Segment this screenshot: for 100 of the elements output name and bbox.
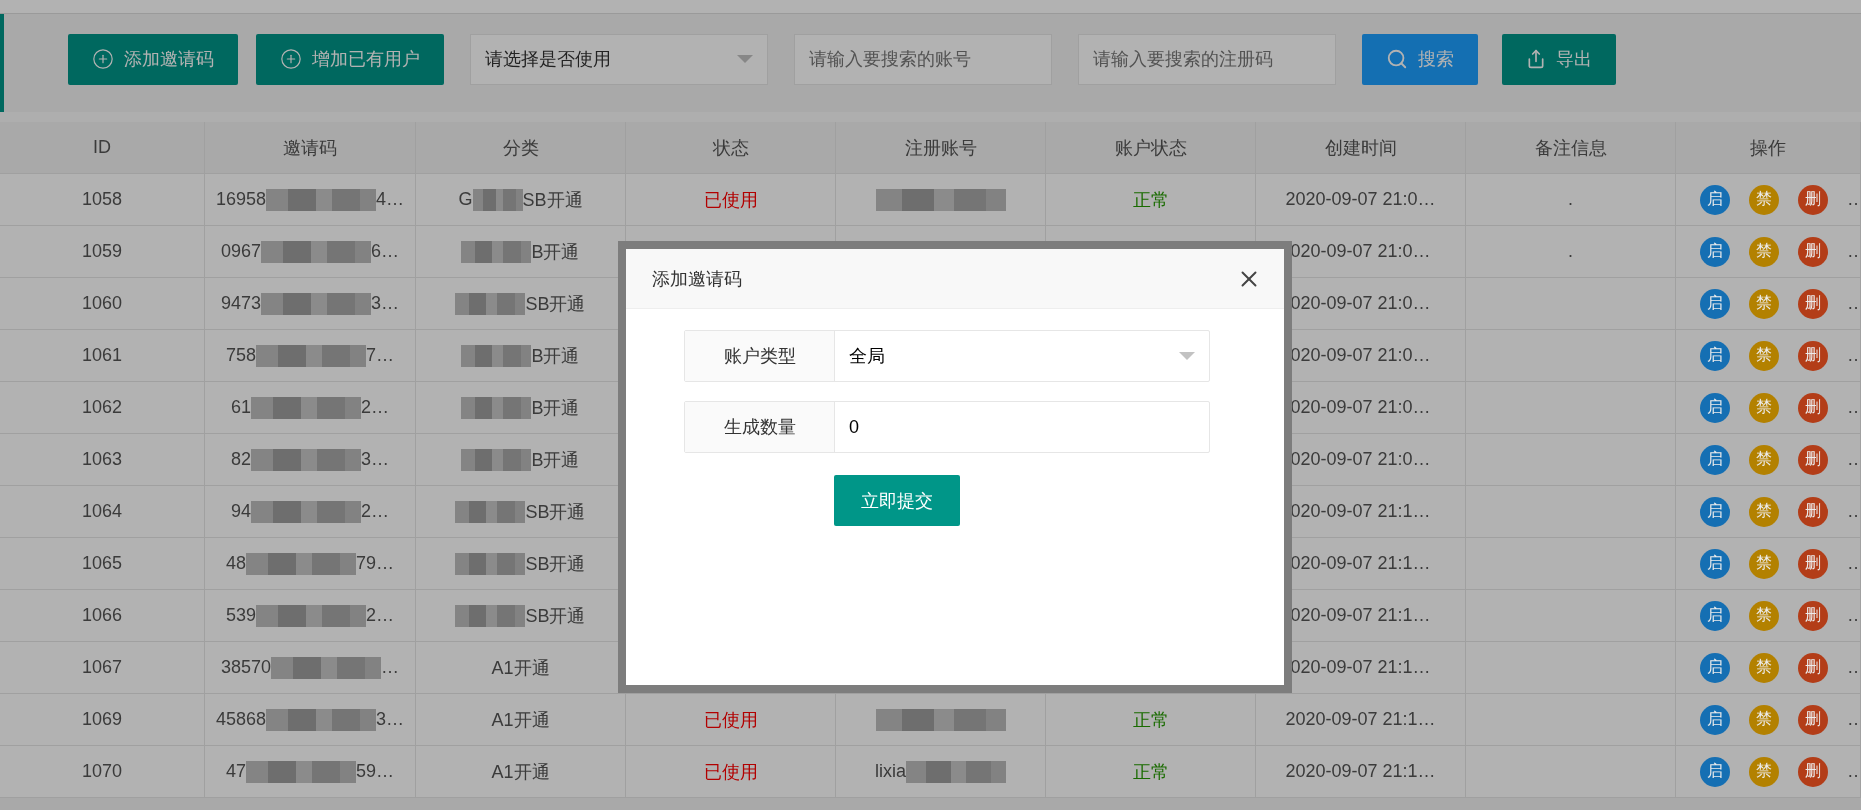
more-text: … bbox=[1847, 553, 1860, 574]
table-cell: 2020-09-07 21:1… bbox=[1256, 694, 1466, 745]
dialog-title: 添加邀请码 bbox=[652, 267, 742, 291]
search-field[interactable]: 请输入要搜索的账号 bbox=[794, 33, 1052, 85]
account-type-select[interactable]: 账户类型 全局 bbox=[684, 330, 1210, 382]
table-cell: 1069 bbox=[0, 694, 205, 745]
code-text: 3… bbox=[371, 293, 400, 314]
action-button[interactable]: 禁 bbox=[1749, 496, 1779, 527]
action-button[interactable]: 启 bbox=[1700, 652, 1730, 683]
action-button[interactable]: 禁 bbox=[1749, 444, 1779, 475]
action-button[interactable]: 删 bbox=[1798, 236, 1828, 267]
code-text: 0967 bbox=[220, 241, 261, 262]
more-text: … bbox=[1847, 605, 1860, 626]
code-text: 758 bbox=[225, 345, 256, 366]
table-cell: . bbox=[1466, 226, 1676, 277]
code-text: 47 bbox=[225, 761, 246, 782]
search-field[interactable]: 请输入要搜索的注册码 bbox=[1078, 33, 1336, 85]
category-text: A1开通 bbox=[491, 708, 550, 732]
action-button[interactable]: 启 bbox=[1700, 496, 1730, 527]
action-button[interactable]: 禁 bbox=[1749, 340, 1779, 371]
code-text: 79… bbox=[356, 553, 395, 574]
more-text: … bbox=[1847, 189, 1860, 210]
table-cell: . bbox=[1466, 174, 1676, 225]
select-value: 请选择是否使用 bbox=[485, 48, 611, 71]
table-cell: 1059 bbox=[0, 226, 205, 277]
search-icon bbox=[1386, 48, 1408, 70]
action-button[interactable]: 禁 bbox=[1749, 756, 1779, 787]
action-button[interactable]: 禁 bbox=[1749, 548, 1779, 579]
field-label: 生成数量 bbox=[685, 402, 835, 452]
action-button[interactable]: 删 bbox=[1798, 288, 1828, 319]
table-cell: 正常 bbox=[1046, 746, 1256, 797]
plus-circle-icon bbox=[280, 48, 302, 70]
more-text: … bbox=[1847, 761, 1860, 782]
action-button[interactable]: 禁 bbox=[1749, 392, 1779, 423]
search-button[interactable]: 搜索 bbox=[1362, 33, 1478, 85]
action-button[interactable]: 启 bbox=[1700, 340, 1730, 371]
table-cell: 2020-09-07 21:0… bbox=[1256, 174, 1466, 225]
table-cell: 正常 bbox=[1046, 694, 1256, 745]
column-header: 状态 bbox=[626, 122, 836, 173]
action-button[interactable]: 禁 bbox=[1749, 184, 1779, 215]
code-text: 45868 bbox=[215, 709, 266, 730]
action-button[interactable]: 启 bbox=[1700, 236, 1730, 267]
action-button[interactable]: 删 bbox=[1798, 652, 1828, 683]
action-button[interactable]: 禁 bbox=[1749, 704, 1779, 735]
table-cell: 1065 bbox=[0, 538, 205, 589]
action-button[interactable]: 删 bbox=[1798, 496, 1828, 527]
code-text: 2… bbox=[366, 605, 395, 626]
column-header: ID bbox=[0, 122, 205, 173]
action-button[interactable]: 启 bbox=[1700, 392, 1730, 423]
more-text: … bbox=[1847, 293, 1860, 314]
column-header: 账户状态 bbox=[1046, 122, 1256, 173]
more-text: … bbox=[1847, 501, 1860, 522]
table-cell: 1058 bbox=[0, 174, 205, 225]
action-button[interactable]: 禁 bbox=[1749, 652, 1779, 683]
more-text: … bbox=[1847, 397, 1860, 418]
action-button[interactable]: 删 bbox=[1798, 756, 1828, 787]
action-button[interactable]: 禁 bbox=[1749, 600, 1779, 631]
more-text: … bbox=[1847, 709, 1860, 730]
code-text: 38570 bbox=[220, 657, 272, 678]
add-button[interactable]: 添加邀请码 bbox=[68, 33, 238, 85]
column-header: 邀请码 bbox=[205, 122, 416, 173]
caret-icon bbox=[1179, 352, 1195, 360]
filter-select[interactable]: 请选择是否使用 bbox=[470, 33, 768, 85]
table-cell: 1060 bbox=[0, 278, 205, 329]
code-text: 3… bbox=[376, 709, 405, 730]
action-button[interactable]: 启 bbox=[1700, 704, 1730, 735]
action-button[interactable]: 删 bbox=[1798, 340, 1828, 371]
code-text: 48 bbox=[225, 553, 246, 574]
category-text: SB开通 bbox=[525, 292, 586, 316]
export-button[interactable]: 导出 bbox=[1502, 33, 1616, 85]
category-text: SB开通 bbox=[525, 604, 586, 628]
submit-button[interactable]: 立即提交 bbox=[834, 475, 960, 526]
table-cell: 1061 bbox=[0, 330, 205, 381]
action-button[interactable]: 启 bbox=[1700, 600, 1730, 631]
quantity-field[interactable]: 生成数量 0 bbox=[684, 401, 1210, 453]
code-text: 7… bbox=[366, 345, 395, 366]
action-button[interactable]: 启 bbox=[1700, 288, 1730, 319]
action-button[interactable]: 删 bbox=[1798, 548, 1828, 579]
table-cell: 2020-09-07 21:1… bbox=[1256, 746, 1466, 797]
action-button[interactable]: 启 bbox=[1700, 184, 1730, 215]
action-button[interactable]: 启 bbox=[1700, 444, 1730, 475]
action-button[interactable]: 禁 bbox=[1749, 236, 1779, 267]
action-button[interactable]: 删 bbox=[1798, 184, 1828, 215]
table-cell: 已使用 bbox=[626, 746, 836, 797]
action-button[interactable]: 删 bbox=[1798, 444, 1828, 475]
code-text: 539 bbox=[225, 605, 256, 626]
category-text: G bbox=[458, 189, 473, 210]
action-button[interactable]: 启 bbox=[1700, 756, 1730, 787]
code-text: 9473 bbox=[220, 293, 261, 314]
action-button[interactable]: 启 bbox=[1700, 548, 1730, 579]
add-button[interactable]: 增加已有用户 bbox=[256, 33, 444, 85]
code-text: 94 bbox=[230, 501, 251, 522]
action-button[interactable]: 删 bbox=[1798, 600, 1828, 631]
table-cell: 1063 bbox=[0, 434, 205, 485]
column-header: 创建时间 bbox=[1256, 122, 1466, 173]
action-button[interactable]: 删 bbox=[1798, 704, 1828, 735]
action-button[interactable]: 禁 bbox=[1749, 288, 1779, 319]
action-button[interactable]: 删 bbox=[1798, 392, 1828, 423]
code-text: … bbox=[381, 657, 400, 678]
field-label: 账户类型 bbox=[685, 331, 835, 381]
